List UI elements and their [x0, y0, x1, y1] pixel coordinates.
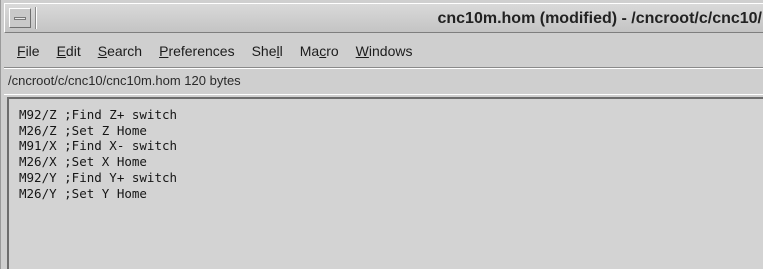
- title-bar[interactable]: cnc10m.hom (modified) - /cncroot/c/cnc10…: [4, 3, 763, 33]
- editor-window: cnc10m.hom (modified) - /cncroot/c/cnc10…: [0, 0, 763, 269]
- code-line: M26/X ;Set X Home: [19, 154, 147, 170]
- menu-macro[interactable]: Macro: [300, 43, 339, 59]
- window-menu-button[interactable]: [9, 8, 31, 28]
- file-status-text: /cncroot/c/cnc10/cnc10m.hom 120 bytes: [8, 73, 241, 88]
- title-separator: [35, 7, 37, 29]
- code-line: M91/X ;Find X- switch: [19, 138, 178, 154]
- menu-preferences[interactable]: Preferences: [159, 43, 235, 59]
- menu-file[interactable]: File: [17, 43, 40, 59]
- window-menu-icon: [14, 17, 26, 20]
- file-status-line: /cncroot/c/cnc10/cnc10m.hom 120 bytes: [4, 67, 763, 95]
- window-title: cnc10m.hom (modified) - /cncroot/c/cnc10…: [437, 10, 762, 27]
- code-line: M26/Y ;Set Y Home: [19, 185, 147, 201]
- editor-content: M92/Z ;Find Z+ switch M26/Z ;Set Z Home …: [19, 107, 177, 201]
- code-line: M92/Y ;Find Y+ switch: [19, 169, 178, 185]
- text-editor-area[interactable]: M92/Z ;Find Z+ switch M26/Z ;Set Z Home …: [7, 97, 763, 269]
- code-line: M26/Z ;Set Z Home: [19, 122, 147, 138]
- menu-shell[interactable]: Shell: [252, 43, 283, 59]
- menu-windows[interactable]: Windows: [356, 43, 413, 59]
- code-line: M92/Z ;Find Z+ switch: [19, 107, 178, 122]
- menu-search[interactable]: Search: [98, 43, 142, 59]
- menu-edit[interactable]: Edit: [57, 43, 81, 59]
- menu-bar: File Edit Search Preferences Shell Macro…: [4, 36, 763, 66]
